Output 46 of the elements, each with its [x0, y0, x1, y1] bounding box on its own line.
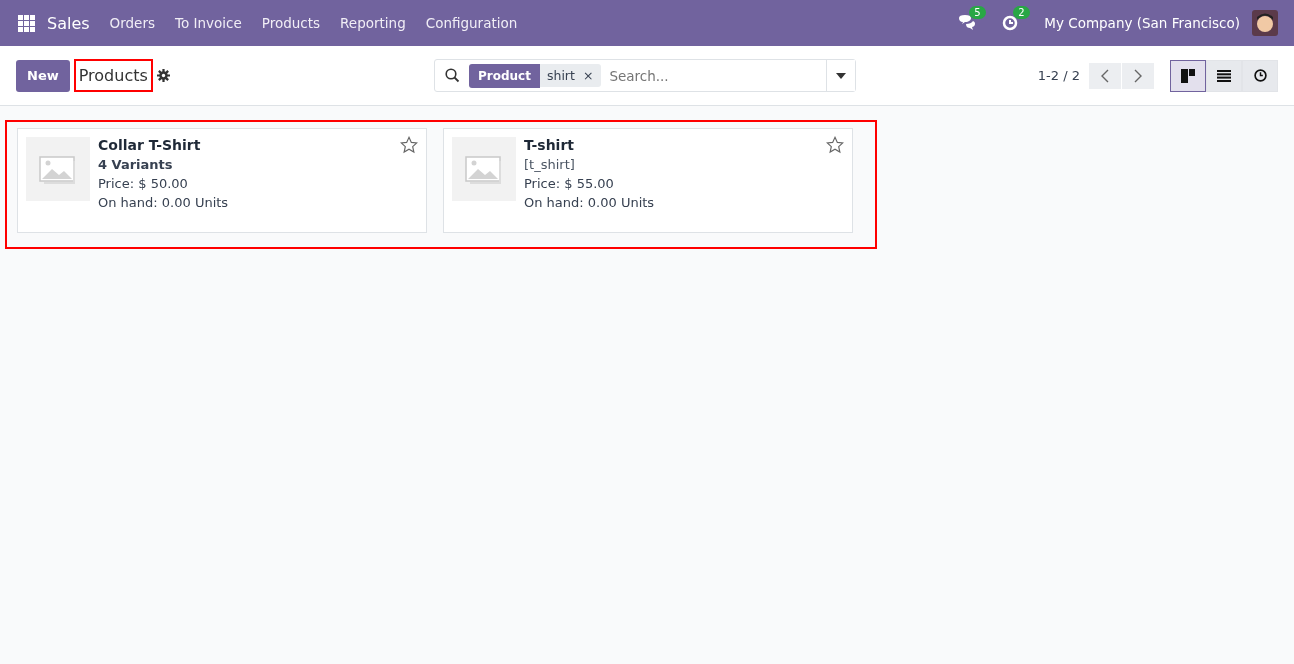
product-card[interactable]: Collar T-Shirt 4 Variants Price: $ 50.00 On hand: 0.00 Units	[17, 128, 427, 233]
product-price: Price: $ 50.00	[98, 176, 189, 191]
search-field[interactable]: Product shirt × Search...	[434, 59, 856, 92]
product-name: T-shirt	[524, 137, 575, 153]
favorite-star-icon[interactable]	[826, 136, 844, 154]
clock-icon	[1253, 69, 1267, 82]
app-name[interactable]: Sales	[47, 13, 90, 33]
product-card[interactable]: T-shirt [t_shirt] Price: $ 55.00 On hand: 0.00 Units	[443, 128, 853, 233]
menu-item[interactable]: To Invoice	[165, 15, 252, 31]
chat-icon[interactable]	[958, 15, 977, 31]
variant-count: 4 Variants	[98, 157, 174, 172]
chevron-right-icon	[1134, 68, 1142, 83]
product-price: Price: $ 55.00	[524, 176, 615, 191]
search-icon	[445, 68, 460, 83]
product-name: Collar T-Shirt	[98, 137, 202, 153]
apps-grid-icon[interactable]	[18, 14, 35, 32]
menu-item[interactable]: Orders	[99, 15, 165, 31]
pager-value[interactable]: 1-2 / 2	[1037, 68, 1080, 83]
image-placeholder-icon	[452, 137, 516, 201]
list-view-button[interactable]	[1206, 59, 1242, 92]
activity-view-button[interactable]	[1242, 59, 1278, 92]
page-title: Products	[73, 59, 153, 92]
kanban-view-button[interactable]	[1170, 59, 1206, 92]
search-options-toggle[interactable]	[826, 60, 855, 91]
message-count-badge: 5	[969, 6, 986, 19]
image-placeholder-icon	[26, 137, 90, 201]
user-avatar-icon[interactable]	[1252, 10, 1278, 36]
product-reference: [t_shirt]	[524, 157, 576, 172]
caret-down-icon	[836, 72, 846, 79]
on-hand-quantity: On hand: 0.00 Units	[98, 195, 229, 210]
company-switcher[interactable]: My Company (San Francisco)	[1044, 15, 1240, 31]
remove-facet-button[interactable]: ×	[578, 64, 602, 87]
chevron-left-icon	[1101, 68, 1109, 83]
clock-icon[interactable]	[1002, 15, 1019, 31]
activity-count-badge: 2	[1013, 6, 1030, 19]
settings-icon[interactable]	[156, 69, 170, 82]
list-icon	[1217, 69, 1231, 82]
filter-facet-value: shirt	[539, 64, 579, 87]
menu-item[interactable]: Configuration	[415, 15, 528, 31]
new-button[interactable]: New	[16, 59, 70, 92]
favorite-star-icon[interactable]	[400, 136, 418, 154]
menu-item[interactable]: Products	[251, 15, 331, 31]
filter-facet-label: Product	[469, 63, 540, 88]
kanban-icon	[1181, 68, 1195, 83]
on-hand-quantity: On hand: 0.00 Units	[524, 195, 655, 210]
menu-item[interactable]: Reporting	[330, 15, 416, 31]
